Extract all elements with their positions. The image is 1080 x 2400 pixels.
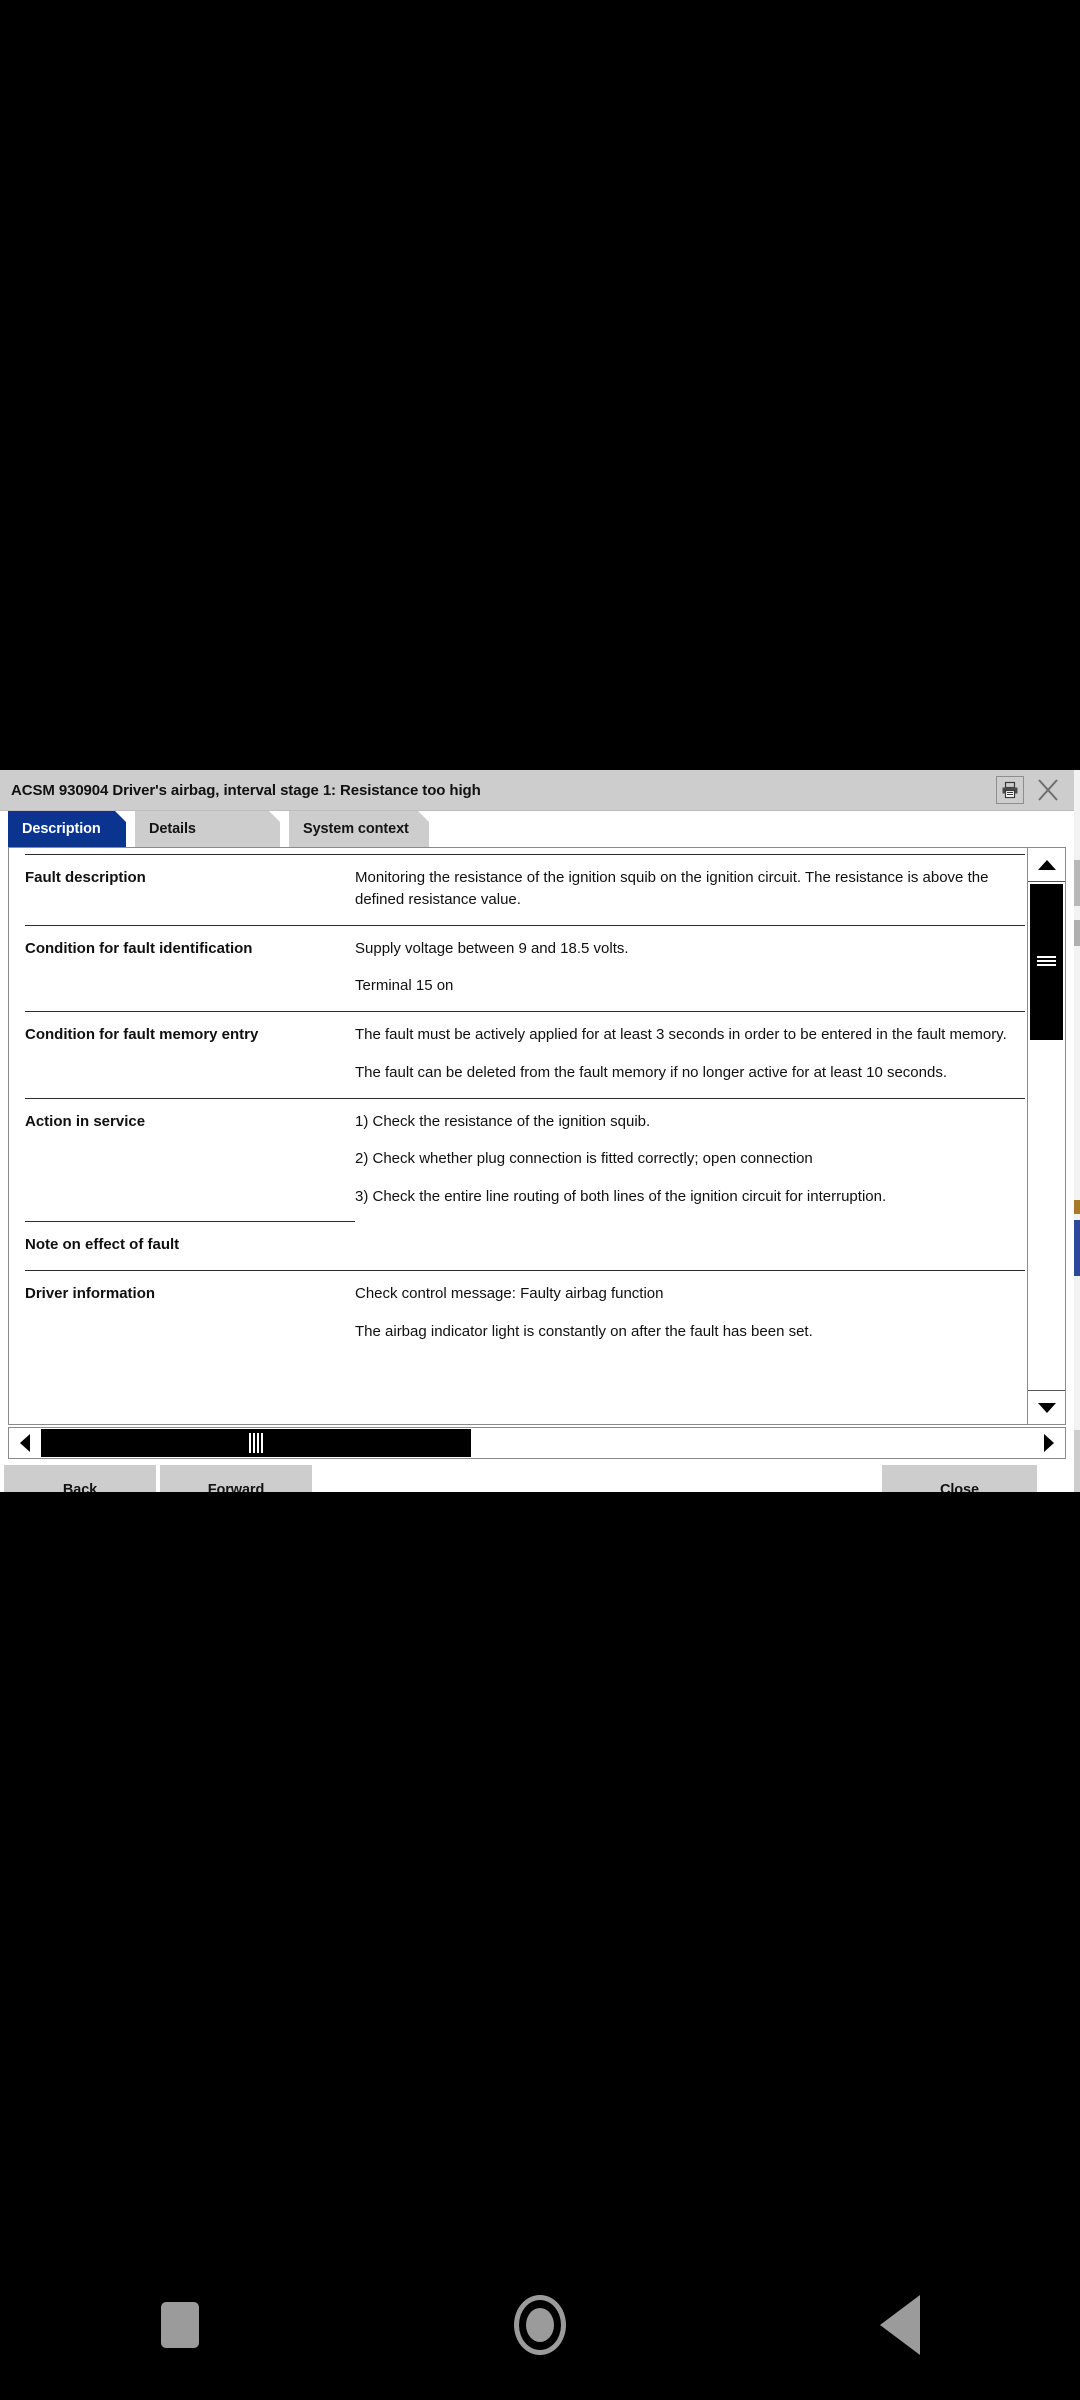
tab-system-context[interactable]: System context	[289, 811, 429, 847]
nav-recents-button[interactable]	[120, 2280, 240, 2370]
dialog-button-bar: Back Forward Close	[0, 1465, 1074, 1492]
vertical-scrollbar[interactable]	[1027, 848, 1065, 1424]
row-value: The fault must be actively applied for a…	[355, 1011, 1025, 1098]
triangle-up-icon	[1037, 859, 1056, 870]
scroll-grip-icon	[1037, 955, 1056, 969]
tab-system-context-label: System context	[303, 821, 409, 837]
table-row: Condition for fault identification Suppl…	[25, 924, 1025, 1012]
printer-icon	[1002, 781, 1018, 799]
tab-strip: Description Details System context	[0, 811, 1074, 847]
row-label: Action in service	[25, 1097, 355, 1222]
tab-description-label: Description	[22, 821, 101, 837]
horizontal-scroll-track[interactable]	[41, 1428, 1033, 1458]
close-x-icon	[1038, 779, 1058, 801]
home-circle-icon	[514, 2295, 566, 2355]
back-triangle-icon	[880, 2295, 920, 2355]
row-paragraph: Check control message: Faulty airbag fun…	[355, 1285, 664, 1302]
scroll-down-button[interactable]	[1028, 1390, 1065, 1424]
horizontal-scrollbar[interactable]	[8, 1427, 1066, 1459]
dialog-titlebar: ACSM 930904 Driver's airbag, interval st…	[0, 770, 1074, 811]
scroll-left-button[interactable]	[9, 1428, 41, 1458]
table-row: Fault description Monitoring the resista…	[25, 854, 1025, 925]
row-label: Note on effect of fault	[25, 1221, 355, 1271]
titlebar-actions	[996, 776, 1074, 804]
fault-detail-dialog: ACSM 930904 Driver's airbag, interval st…	[0, 770, 1074, 1492]
row-value: Supply voltage between 9 and 18.5 volts.…	[355, 924, 1025, 1012]
dialog-title: ACSM 930904 Driver's airbag, interval st…	[11, 781, 481, 799]
tab-description[interactable]: Description	[8, 811, 126, 847]
close-button[interactable]: Close	[882, 1465, 1037, 1492]
print-button[interactable]	[996, 776, 1024, 804]
row-paragraph: 3) Check the entire line routing of both…	[355, 1188, 887, 1205]
row-label: Condition for fault identification	[25, 924, 355, 1012]
scroll-grip-icon	[249, 1433, 263, 1453]
row-paragraph: The airbag indicator light is constantly…	[355, 1322, 813, 1340]
recents-square-icon	[161, 2302, 199, 2348]
nav-home-button[interactable]	[480, 2280, 600, 2370]
android-navigation-bar	[0, 2250, 1080, 2400]
fault-detail-content: Fault description Monitoring the resista…	[9, 848, 1027, 1357]
close-window-button[interactable]	[1034, 776, 1062, 804]
tab-details[interactable]: Details	[135, 811, 280, 847]
table-row: Note on effect of fault	[25, 1221, 1025, 1271]
row-paragraph: Supply voltage between 9 and 18.5 volts.	[355, 939, 629, 957]
home-circle-inner	[526, 2308, 554, 2342]
row-label: Fault description	[25, 854, 355, 925]
background-window-sliver	[1073, 770, 1080, 1492]
table-row: Driver information Check control message…	[25, 1270, 1025, 1357]
row-label: Driver information	[25, 1270, 355, 1357]
back-button[interactable]: Back	[4, 1465, 156, 1492]
triangle-right-icon	[1044, 1434, 1054, 1452]
row-value: Check control message: Faulty airbag fun…	[355, 1270, 1025, 1357]
row-paragraph: The fault must be actively applied for a…	[355, 1026, 1007, 1043]
scroll-up-button[interactable]	[1028, 848, 1065, 882]
triangle-left-icon	[20, 1434, 30, 1452]
row-paragraph: 2) Check whether plug connection is fitt…	[355, 1150, 813, 1168]
row-value: Monitoring the resistance of the ignitio…	[355, 854, 1025, 925]
nav-back-button[interactable]	[840, 2280, 960, 2370]
row-value: 1) Check the resistance of the ignition …	[355, 1097, 1025, 1222]
triangle-down-icon	[1037, 1402, 1056, 1413]
tab-details-label: Details	[149, 821, 196, 837]
fault-detail-table: Fault description Monitoring the resista…	[25, 854, 1025, 1357]
vertical-scroll-thumb[interactable]	[1030, 884, 1063, 1040]
table-row: Condition for fault memory entry The fau…	[25, 1011, 1025, 1098]
scroll-right-button[interactable]	[1033, 1428, 1065, 1458]
table-row: Action in service 1) Check the resistanc…	[25, 1097, 1025, 1222]
row-value	[355, 1222, 1025, 1271]
phone-screen: ACSM 930904 Driver's airbag, interval st…	[0, 0, 1080, 2400]
horizontal-scroll-thumb[interactable]	[41, 1429, 471, 1457]
row-label: Condition for fault memory entry	[25, 1011, 355, 1098]
row-paragraph: Terminal 15 on	[355, 977, 454, 995]
row-paragraph: Monitoring the resistance of the ignitio…	[355, 869, 989, 908]
content-frame: Fault description Monitoring the resista…	[8, 847, 1066, 1425]
row-paragraph: 1) Check the resistance of the ignition …	[355, 1112, 651, 1130]
forward-button[interactable]: Forward	[160, 1465, 312, 1492]
content-scroll-area[interactable]: Fault description Monitoring the resista…	[9, 848, 1027, 1424]
row-paragraph: The fault can be deleted from the fault …	[355, 1063, 947, 1081]
